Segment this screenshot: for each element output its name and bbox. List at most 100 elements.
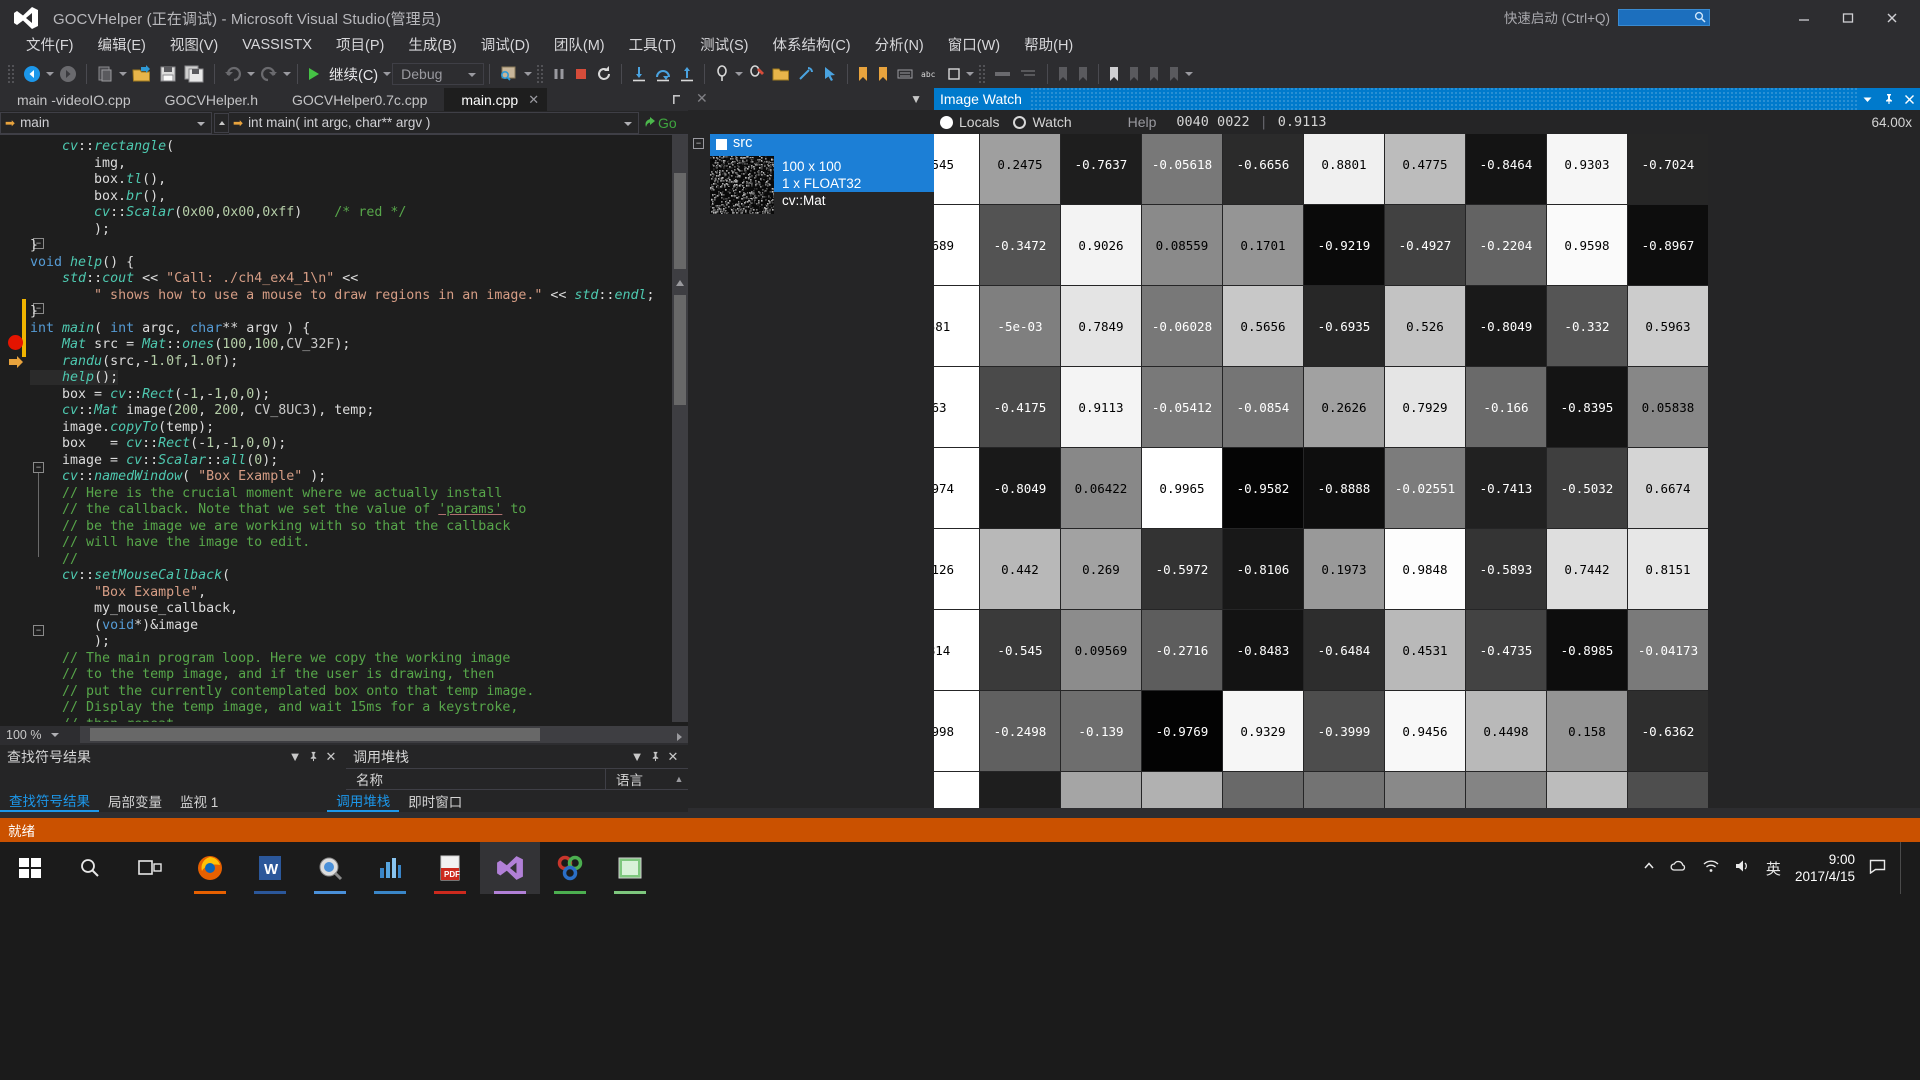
pin-icon[interactable] (304, 751, 322, 762)
close-icon[interactable] (1899, 88, 1920, 110)
pixel-cell[interactable]: 63 (934, 367, 979, 447)
chevron-down-icon[interactable] (51, 732, 60, 737)
new-item-dropdown[interactable] (118, 72, 128, 76)
scrollbar-thumb[interactable] (674, 173, 686, 269)
pixel-cell[interactable]: -0.5032 (1547, 448, 1627, 528)
pixel-cell[interactable]: 0.9329 (1223, 691, 1303, 771)
pixel-cell[interactable]: -0.0854 (1223, 367, 1303, 447)
bookmark-last-icon[interactable] (1164, 61, 1184, 87)
bookmark2-icon[interactable] (873, 61, 893, 87)
pixel-cell[interactable]: 0.03302 (1466, 772, 1546, 808)
editor-horizontal-scrollbar[interactable] (80, 726, 688, 743)
pixel-cell[interactable]: 0.9848 (1385, 529, 1465, 609)
save-all-icon[interactable] (181, 61, 209, 87)
editor-zoom-control[interactable]: 100 % (0, 726, 80, 743)
locals-radio[interactable]: Locals (940, 114, 999, 130)
pixel-cell[interactable]: 0.3865 (1142, 772, 1222, 808)
code-text-area[interactable]: − − − − cv::rectangle( img, box.tl(), bo… (0, 135, 688, 722)
close-icon[interactable]: ✕ (322, 749, 340, 765)
pixel-cell[interactable]: -0.2716 (1142, 610, 1222, 690)
pin-icon[interactable] (646, 751, 664, 762)
pixel-cell[interactable]: 0.08559 (1142, 205, 1222, 285)
pixel-cell[interactable]: -0.166 (1466, 367, 1546, 447)
pixel-cell[interactable]: 814 (934, 610, 979, 690)
pixel-cell[interactable]: -0.04173 (1628, 610, 1708, 690)
source-code[interactable]: cv::rectangle( img, box.tl(), box.br(), … (30, 139, 654, 722)
pixel-cell[interactable]: 0.2475 (980, 134, 1060, 204)
close-button[interactable] (1870, 3, 1914, 33)
window-layout-icon[interactable] (943, 61, 965, 87)
pixel-cell[interactable]: 0.5656 (1223, 286, 1303, 366)
pixel-cell[interactable]: 0.158 (1547, 691, 1627, 771)
pixel-cell[interactable]: -0.5893 (1466, 529, 1546, 609)
pixel-cell[interactable]: 0.9456 (1385, 691, 1465, 771)
pixel-cell[interactable]: 0.9965 (1142, 448, 1222, 528)
folder-icon[interactable] (768, 61, 794, 87)
pixel-cell[interactable]: 0.05838 (1628, 367, 1708, 447)
pointer-icon[interactable] (818, 61, 842, 87)
menu-item-edit[interactable]: 编辑(E) (86, 32, 158, 57)
pixel-cell[interactable]: 0.4775 (1385, 134, 1465, 204)
pixel-cell[interactable]: 0.1973 (1304, 529, 1384, 609)
pixel-cell[interactable]: -0.7024 (1628, 134, 1708, 204)
pixel-cell[interactable]: 0.2626 (1304, 367, 1384, 447)
bookmark-dropdown[interactable] (1184, 72, 1194, 76)
menu-item-window[interactable]: 窗口(W) (936, 32, 1012, 57)
thread-marker-icon[interactable] (710, 61, 734, 87)
bottom-tab-watch1[interactable]: 监视 1 (171, 790, 227, 812)
pixel-cell[interactable]: -0.8395 (1547, 367, 1627, 447)
pixel-cell[interactable]: -5e-03 (980, 286, 1060, 366)
ime-indicator[interactable]: 英 (1766, 858, 1781, 879)
word-icon[interactable]: W (240, 842, 300, 894)
bottom-tab-find-symbol[interactable]: 查找符号结果 (0, 790, 99, 812)
solution-configuration-combo[interactable]: Debug (392, 63, 485, 85)
bookmark-toggle-icon[interactable] (1144, 61, 1164, 87)
find-in-window-icon[interactable] (495, 61, 523, 87)
navigation-scope-combo[interactable]: ➡ main (0, 111, 212, 134)
image-watch-title-bar[interactable]: Image Watch (934, 88, 1920, 110)
new-item-icon[interactable] (92, 61, 118, 87)
pixel-cell[interactable]: 0.442 (980, 529, 1060, 609)
editor-tab-gocvhelper-h[interactable]: GOCVHelper.h (147, 88, 275, 111)
pixel-cell[interactable]: 0.0721 (1385, 772, 1465, 808)
pixel-cell[interactable]: -0.6362 (1628, 691, 1708, 771)
show-desktop-button[interactable] (1900, 842, 1910, 894)
menu-item-help[interactable]: 帮助(H) (1012, 32, 1085, 57)
pixel-cell[interactable]: -0.7413 (1466, 448, 1546, 528)
radio-button-selected[interactable] (940, 115, 953, 129)
pixel-cell[interactable]: -0.3999 (1304, 691, 1384, 771)
pixel-cell[interactable]: -0.8483 (1223, 610, 1303, 690)
breakpoint-marker[interactable] (8, 335, 23, 350)
pixel-cell[interactable]: 0.8151 (1628, 529, 1708, 609)
pixel-cell[interactable]: -0.4175 (980, 367, 1060, 447)
pixel-cell[interactable]: 0.06422 (1061, 448, 1141, 528)
chevron-down-icon[interactable]: ▼ (286, 749, 304, 764)
action-center-icon[interactable] (1869, 859, 1886, 878)
tab-list-dropdown-icon[interactable] (666, 88, 688, 111)
scrollbar-thumb[interactable] (90, 728, 540, 741)
pixel-cell[interactable]: 1545 (934, 134, 979, 204)
minimize-button[interactable] (1782, 3, 1826, 33)
pixel-cell[interactable]: -0.139 (1061, 691, 1141, 771)
pin-icon[interactable] (1878, 88, 1899, 110)
pixel-cell[interactable]: -0.545 (980, 610, 1060, 690)
break-all-icon[interactable] (548, 61, 570, 87)
bookmark-prev-icon[interactable] (1053, 61, 1073, 87)
pixel-cell[interactable]: 0.4498 (1466, 691, 1546, 771)
menu-item-test[interactable]: 测试(S) (688, 32, 760, 57)
abc-spellcheck-icon[interactable]: abc (917, 61, 943, 87)
continue-debug-button[interactable] (303, 61, 325, 87)
bookmark-icon[interactable] (853, 61, 873, 87)
chevron-down-icon[interactable] (1857, 88, 1878, 110)
continue-debug-label[interactable]: 继续(C) (325, 64, 382, 85)
menu-item-file[interactable]: 文件(F) (14, 32, 86, 57)
menu-item-view[interactable]: 视图(V) (158, 32, 230, 57)
bookmark-clear-icon[interactable] (1124, 61, 1144, 87)
navigate-back-dropdown[interactable] (45, 72, 55, 76)
pixel-cell[interactable]: 0.9303 (1547, 134, 1627, 204)
thread-dropdown[interactable] (734, 72, 744, 76)
pixel-cell[interactable]: -0.385 (1628, 772, 1708, 808)
pixel-cell[interactable]: 1998 (934, 691, 979, 771)
tree-expander-icon[interactable]: − (693, 138, 704, 149)
editor-vertical-scrollbar[interactable] (672, 135, 688, 722)
